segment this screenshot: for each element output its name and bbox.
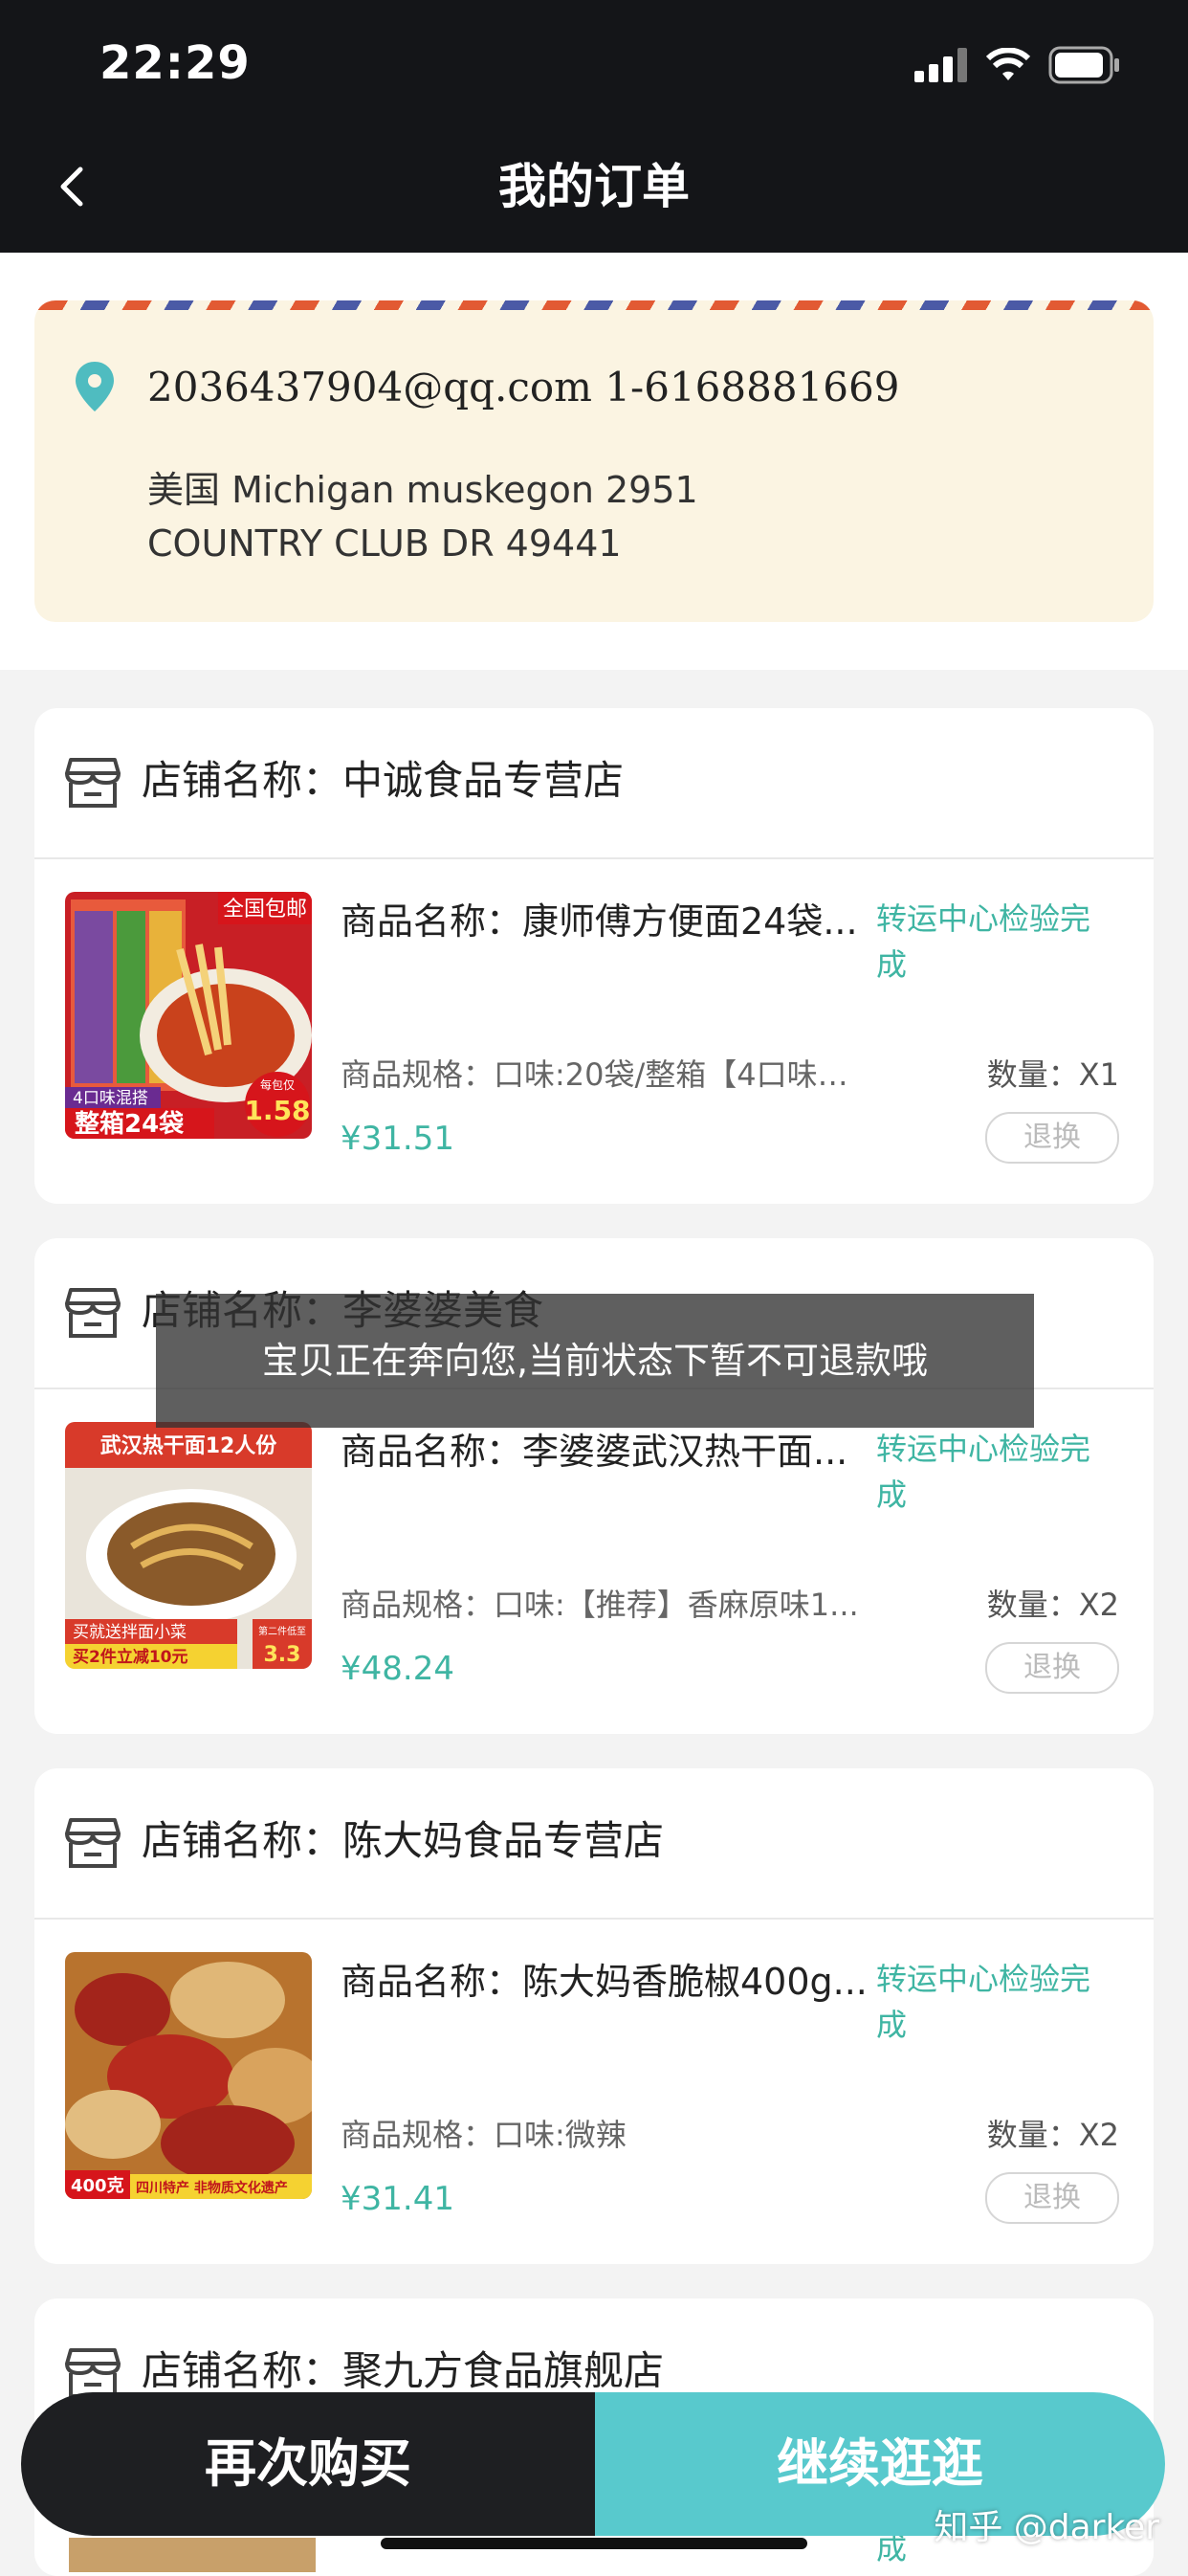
img-corner-label: 第二件低至 [258,1625,306,1637]
wifi-icon [985,48,1031,80]
product-spec: 商品规格：口味:20袋/整箱【4口味混... [341,1056,876,1093]
toast-message: 宝贝正在奔向您,当前状态下暂不可退款哦 [156,1294,1034,1428]
address-card[interactable]: 2036437904@qq.com 1-6168881669 美国 Michig… [34,300,1154,622]
product-price: ¥31.41 [341,2180,454,2218]
product-image[interactable]: 武汉热干面12人份 买就送拌面小菜 买2件立减10元 第二件低至 3.3 [65,1422,312,1669]
shop-name: 店铺名称：中诚食品专营店 [142,757,625,804]
product-price: ¥48.24 [341,1650,454,1688]
img-price-small: 每包仅 [260,1077,295,1092]
img-promo-1: 买就送拌面小菜 [73,1623,187,1642]
status-time: 22:29 [99,36,251,90]
rebuy-button[interactable]: 再次购买 [21,2392,595,2536]
refund-button[interactable]: 退换 [985,2172,1119,2224]
top-bar: 22:29 我的订单 [0,0,1188,253]
img-promo-2: 买2件立减10元 [73,1647,188,1667]
img-corner-label: 4口味混搭 [73,1089,148,1108]
home-indicator[interactable] [381,2538,807,2549]
location-pin-icon [76,362,114,411]
order-card: 店铺名称：中诚食品专营店 全国包邮 4口味混搭 整箱24袋 每包仅 1.58 商… [34,708,1154,1204]
product-name[interactable]: 商品名称：康师傅方便面24袋... [341,896,876,947]
address-line-1: 美国 Michigan muskegon 2951 [147,469,698,511]
shop-name: 店铺名称：聚九方食品旗舰店 [142,2347,665,2394]
address-line-2: COUNTRY CLUB DR 49441 [147,522,622,565]
store-icon [65,1818,121,1868]
product-price: ¥31.51 [341,1120,454,1158]
order-card: 店铺名称：陈大妈食品专营店 400克 四川特产 非物质文化遗产 商品名称：陈大妈… [34,1768,1154,2264]
product-image[interactable] [69,2538,316,2572]
refund-button[interactable]: 退换 [985,1642,1119,1694]
logistics-status: 转运中心检验完成 [876,1431,1091,1513]
product-quantity: 数量：X2 [986,1587,1119,1623]
product-quantity: 数量：X1 [986,1056,1119,1093]
product-image[interactable]: 全国包邮 4口味混搭 整箱24袋 每包仅 1.58 [65,892,312,1139]
contact-info: 2036437904@qq.com 1-6168881669 [147,364,900,411]
store-icon [65,1288,121,1338]
store-icon [65,758,121,808]
refund-button[interactable]: 退换 [985,1112,1119,1164]
shop-header[interactable]: 店铺名称：中诚食品专营店 [34,708,1154,859]
img-banner: 武汉热干面12人份 [100,1433,278,1458]
logistics-status: 转运中心检验完成 [876,1961,1091,2043]
shop-name: 店铺名称：陈大妈食品专营店 [142,1817,665,1864]
img-tags: 四川特产 非物质文化遗产 [136,2180,288,2196]
product-spec: 商品规格：口味:【推荐】香麻原味1... [341,1587,859,1623]
address-section: 2036437904@qq.com 1-6168881669 美国 Michig… [0,253,1188,670]
logistics-status: 转运中心检验完成 [876,900,1091,983]
product-quantity: 数量：X2 [986,2117,1119,2153]
shop-header[interactable]: 店铺名称：陈大妈食品专营店 [34,1768,1154,1920]
battery-icon [1048,46,1119,84]
img-corner-price: 3.3 [264,1643,301,1667]
page-title: 我的订单 [498,159,690,214]
product-name[interactable]: 商品名称：李婆婆武汉热干面... [341,1426,876,1477]
product-image[interactable]: 400克 四川特产 非物质文化遗产 [65,1952,312,2199]
img-badge-top: 全国包邮 [223,898,307,922]
airmail-stripe [34,300,1154,310]
product-name[interactable]: 商品名称：陈大妈香脆椒400g... [341,1956,876,2008]
img-badge-bottom: 整箱24袋 [75,1109,185,1139]
status-icons [914,46,1121,84]
product-spec: 商品规格：口味:微辣 [341,2117,627,2153]
signal-icon [914,48,967,82]
img-price-tag: 1.58 [244,1095,310,1126]
img-weight: 400克 [71,2175,124,2196]
watermark: 知乎 @darker [934,2508,1159,2547]
